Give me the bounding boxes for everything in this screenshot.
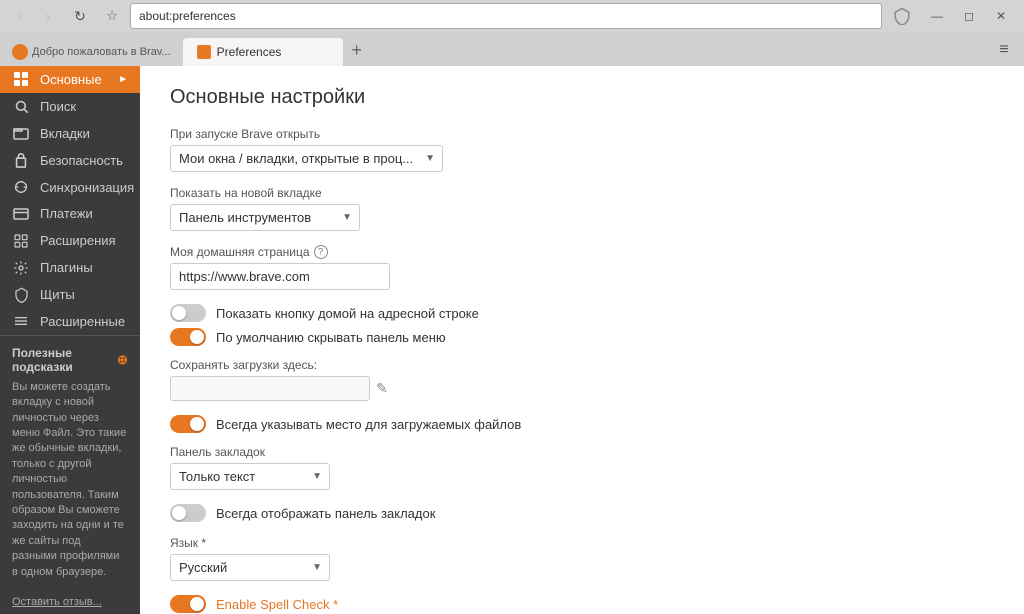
- startup-select[interactable]: Мои окна / вкладки, открытые в проц...: [170, 145, 443, 172]
- sidebar-item-extensions-label: Расширения: [40, 233, 116, 248]
- show-home-btn-toggle[interactable]: [170, 304, 206, 322]
- minimize-button[interactable]: —: [922, 4, 952, 28]
- sync-icon: [12, 178, 30, 196]
- settings-content: Основные настройки При запуске Brave отк…: [140, 66, 1024, 614]
- page-title: Основные настройки: [170, 86, 994, 109]
- brave-shield-icon: [890, 4, 914, 28]
- always-ask-toggle[interactable]: [170, 415, 206, 433]
- advanced-icon: [12, 312, 30, 330]
- bookmarks-label: Панель закладок: [170, 445, 994, 459]
- always-ask-label: Всегда указывать место для загружаемых ф…: [216, 417, 521, 432]
- search-icon: [12, 97, 30, 115]
- download-path-row: ✎: [170, 376, 994, 401]
- always-show-bookmarks-toggle[interactable]: [170, 504, 206, 522]
- extensions-icon: [12, 232, 30, 250]
- sidebar-active-arrow: ►: [118, 74, 128, 85]
- bookmarks-section: Панель закладок Только текст ▼: [170, 445, 994, 490]
- sidebar-item-tabs[interactable]: Вкладки: [0, 120, 140, 147]
- spell-check-toggle[interactable]: [170, 595, 206, 613]
- new-tab-label: Показать на новой вкладке: [170, 186, 994, 200]
- bookmarks-select-wrapper: Только текст ▼: [170, 463, 330, 490]
- sidebar-item-plugins-label: Плагины: [40, 260, 93, 275]
- shields-icon: [12, 286, 30, 304]
- bookmark-star-button[interactable]: ☆: [100, 4, 124, 28]
- sidebar-item-shields[interactable]: Щиты: [0, 281, 140, 308]
- tips-section: Полезные подсказки ⊕ Вы можете создать в…: [0, 335, 140, 590]
- sidebar-item-payments-label: Платежи: [40, 206, 93, 221]
- browser-menu-button[interactable]: ≡: [992, 38, 1016, 62]
- new-tab-button[interactable]: +: [345, 38, 369, 62]
- sidebar-item-shields-label: Щиты: [40, 287, 75, 302]
- forward-button[interactable]: ›: [36, 4, 60, 28]
- new-tab-section: Показать на новой вкладке Панель инструм…: [170, 186, 994, 231]
- tab-lion-icon: [197, 45, 211, 59]
- edit-path-icon[interactable]: ✎: [376, 380, 388, 397]
- bookmarks-select[interactable]: Только текст: [170, 463, 330, 490]
- restore-button[interactable]: ◻: [954, 4, 984, 28]
- language-section: Язык * Русский ▼: [170, 536, 994, 581]
- new-tab-select-wrapper: Панель инструментов ▼: [170, 204, 360, 231]
- show-home-btn-row: Показать кнопку домой на адресной строке: [170, 304, 994, 322]
- sidebar-item-basics[interactable]: Основные ►: [0, 66, 140, 93]
- always-ask-row: Всегда указывать место для загружаемых ф…: [170, 415, 994, 433]
- language-select-wrapper: Русский ▼: [170, 554, 330, 581]
- tabs-icon: [12, 124, 30, 142]
- sidebar-item-search[interactable]: Поиск: [0, 93, 140, 120]
- sidebar: Основные ► Поиск Вкладки Безопасность: [0, 66, 140, 614]
- close-button[interactable]: ✕: [986, 4, 1016, 28]
- security-icon: [12, 151, 30, 169]
- basics-icon: [12, 70, 30, 88]
- always-show-bookmarks-label: Всегда отображать панель закладок: [216, 506, 435, 521]
- sidebar-item-search-label: Поиск: [40, 99, 76, 114]
- sidebar-item-tabs-label: Вкладки: [40, 126, 90, 141]
- homepage-input[interactable]: [170, 263, 390, 290]
- tips-icon: ⊕: [117, 352, 128, 368]
- spell-check-label: Enable Spell Check *: [216, 597, 338, 612]
- brave-lion-icon: [12, 44, 28, 60]
- sidebar-item-sync[interactable]: Синхронизация: [0, 174, 140, 201]
- sidebar-item-advanced-label: Расширенные: [40, 314, 125, 329]
- refresh-button[interactable]: ↻: [68, 4, 92, 28]
- address-bar[interactable]: [130, 3, 882, 29]
- hide-menu-toggle[interactable]: [170, 328, 206, 346]
- sidebar-item-basics-label: Основные: [40, 72, 102, 87]
- tab-label: Preferences: [217, 45, 282, 59]
- payments-icon: [12, 205, 30, 223]
- homepage-label: Моя домашняя страница ?: [170, 245, 994, 259]
- tips-title: Полезные подсказки ⊕: [12, 346, 128, 374]
- downloads-label: Сохранять загрузки здесь:: [170, 358, 994, 372]
- startup-section: При запуске Brave открыть Мои окна / вкл…: [170, 127, 994, 172]
- language-select[interactable]: Русский: [170, 554, 330, 581]
- sidebar-item-security[interactable]: Безопасность: [0, 147, 140, 174]
- sidebar-item-payments[interactable]: Платежи: [0, 200, 140, 227]
- plugins-icon: [12, 259, 30, 277]
- language-label: Язык *: [170, 536, 994, 550]
- sidebar-item-advanced[interactable]: Расширенные: [0, 308, 140, 335]
- startup-label: При запуске Brave открыть: [170, 127, 994, 141]
- spell-check-row: Enable Spell Check *: [170, 595, 994, 613]
- feedback-link[interactable]: Оставить отзыв...: [0, 590, 140, 614]
- show-home-btn-label: Показать кнопку домой на адресной строке: [216, 306, 479, 321]
- tips-text: Вы можете создать вкладку с новой личнос…: [12, 380, 128, 580]
- hide-menu-label: По умолчанию скрывать панель меню: [216, 330, 446, 345]
- sidebar-item-extensions[interactable]: Расширения: [0, 227, 140, 254]
- sidebar-item-plugins[interactable]: Плагины: [0, 254, 140, 281]
- new-tab-select[interactable]: Панель инструментов: [170, 204, 360, 231]
- brave-greeting-label: Добро пожаловать в Brav...: [8, 44, 181, 66]
- sidebar-item-sync-label: Синхронизация: [40, 180, 134, 195]
- homepage-info-icon: ?: [314, 245, 328, 259]
- startup-select-wrapper: Мои окна / вкладки, открытые в проц... ▼: [170, 145, 443, 172]
- downloads-section: Сохранять загрузки здесь: ✎: [170, 358, 994, 401]
- preferences-tab[interactable]: Preferences: [183, 38, 343, 66]
- hide-menu-row: По умолчанию скрывать панель меню: [170, 328, 994, 346]
- download-path-input[interactable]: [170, 376, 370, 401]
- homepage-section: Моя домашняя страница ?: [170, 245, 994, 290]
- always-show-bookmarks-row: Всегда отображать панель закладок: [170, 504, 994, 522]
- back-button[interactable]: ‹: [8, 4, 32, 28]
- sidebar-item-security-label: Безопасность: [40, 153, 123, 168]
